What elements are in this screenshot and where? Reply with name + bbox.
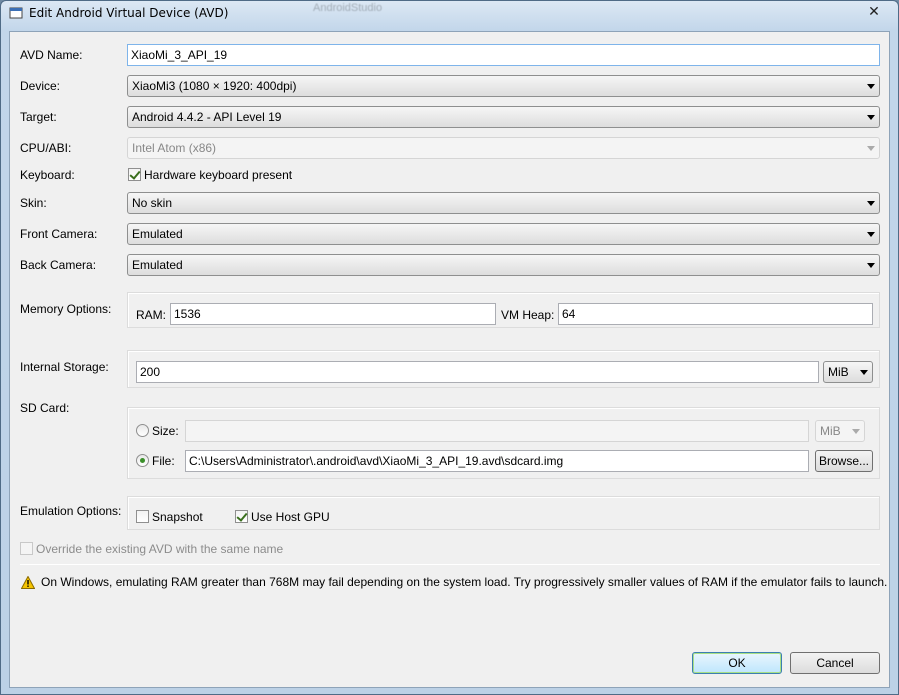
chevron-down-icon <box>867 232 875 237</box>
back-camera-select[interactable]: Emulated <box>127 254 880 276</box>
override-checkbox[interactable] <box>20 542 33 555</box>
close-icon[interactable]: ✕ <box>864 3 884 19</box>
background-window-title: AndroidStudio <box>313 2 383 14</box>
cpu-abi-select-value: Intel Atom (x86) <box>132 141 217 155</box>
emulation-options-label: Emulation Options: <box>20 504 122 518</box>
cpu-abi-label: CPU/ABI: <box>20 141 72 155</box>
dialog-title: Edit Android Virtual Device (AVD) <box>29 6 229 20</box>
warning-icon <box>21 576 35 589</box>
snapshot-label[interactable]: Snapshot <box>152 510 203 524</box>
skin-select-value: No skin <box>132 196 173 210</box>
sd-size-unit-value: MiB <box>820 424 841 438</box>
back-camera-select-value: Emulated <box>132 258 183 272</box>
use-host-gpu-checkbox[interactable] <box>235 510 248 523</box>
chevron-down-icon <box>867 115 875 120</box>
vm-heap-input[interactable]: 64 <box>558 303 873 325</box>
sd-size-radio[interactable] <box>136 424 149 437</box>
sd-size-unit-select[interactable]: MiB <box>815 420 865 442</box>
keyboard-label: Keyboard: <box>20 168 75 182</box>
ram-input[interactable]: 1536 <box>170 303 496 325</box>
device-label: Device: <box>20 79 61 93</box>
divider <box>20 564 880 565</box>
sd-file-input[interactable]: C:\Users\Administrator\.android\avd\Xiao… <box>185 450 809 472</box>
chevron-down-icon <box>860 370 868 375</box>
avd-name-input[interactable]: XiaoMi_3_API_19 <box>127 44 880 66</box>
memory-options-label: Memory Options: <box>20 302 112 316</box>
ram-label: RAM: <box>136 308 166 322</box>
target-select-value: Android 4.4.2 - API Level 19 <box>132 110 282 124</box>
snapshot-checkbox[interactable] <box>136 510 149 523</box>
internal-storage-unit-select[interactable]: MiB <box>823 361 873 383</box>
override-label[interactable]: Override the existing AVD with the same … <box>36 542 283 556</box>
avd-dialog-window: Edit Android Virtual Device (AVD) Androi… <box>0 0 899 695</box>
device-select-value: XiaoMi3 (1080 × 1920: 400dpi) <box>132 79 297 93</box>
internal-storage-unit-value: MiB <box>828 365 849 379</box>
skin-select[interactable]: No skin <box>127 192 880 214</box>
back-camera-label: Back Camera: <box>20 258 97 272</box>
sd-size-label[interactable]: Size: <box>152 424 179 438</box>
cancel-button[interactable]: Cancel <box>790 652 880 674</box>
ram-warning-text: On Windows, emulating RAM greater than 7… <box>41 575 888 589</box>
chevron-down-icon <box>852 429 860 434</box>
vm-heap-label: VM Heap: <box>501 308 555 322</box>
device-select[interactable]: XiaoMi3 (1080 × 1920: 400dpi) <box>127 75 880 97</box>
hardware-keyboard-checkbox[interactable] <box>128 168 141 181</box>
ok-button[interactable]: OK <box>692 652 782 674</box>
target-label: Target: <box>20 110 57 124</box>
target-select[interactable]: Android 4.4.2 - API Level 19 <box>127 106 880 128</box>
sd-size-input[interactable] <box>185 420 809 442</box>
hardware-keyboard-label[interactable]: Hardware keyboard present <box>144 168 292 182</box>
sd-card-label: SD Card: <box>20 401 70 415</box>
front-camera-label: Front Camera: <box>20 227 98 241</box>
android-app-icon <box>9 7 23 19</box>
sd-file-radio[interactable] <box>136 454 149 467</box>
dialog-body: AVD Name: XiaoMi_3_API_19 Device: XiaoMi… <box>9 31 890 688</box>
internal-storage-input[interactable]: 200 <box>136 361 819 383</box>
chevron-down-icon <box>867 201 875 206</box>
front-camera-select[interactable]: Emulated <box>127 223 880 245</box>
chevron-down-icon <box>867 146 875 151</box>
internal-storage-label: Internal Storage: <box>20 360 109 374</box>
chevron-down-icon <box>867 263 875 268</box>
chevron-down-icon <box>867 84 875 89</box>
title-bar: Edit Android Virtual Device (AVD) Androi… <box>1 1 898 25</box>
sd-file-label[interactable]: File: <box>152 454 175 468</box>
avd-name-label: AVD Name: <box>20 48 83 62</box>
skin-label: Skin: <box>20 196 47 210</box>
browse-button[interactable]: Browse... <box>815 450 873 472</box>
use-host-gpu-label[interactable]: Use Host GPU <box>251 510 330 524</box>
front-camera-select-value: Emulated <box>132 227 183 241</box>
cpu-abi-select[interactable]: Intel Atom (x86) <box>127 137 880 159</box>
